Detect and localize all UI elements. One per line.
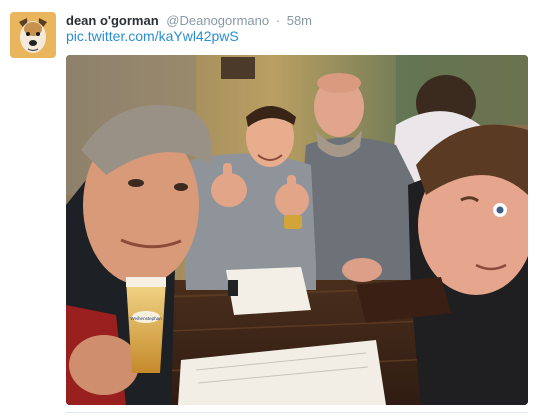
beer-glass-logo: Weihenstephan bbox=[130, 316, 162, 321]
header-separator: · bbox=[275, 13, 281, 28]
divider bbox=[66, 412, 528, 413]
photo-link[interactable]: pic.twitter.com/kaYwl42pwS bbox=[66, 27, 239, 45]
user-handle[interactable]: @Deanogormano bbox=[166, 13, 269, 28]
display-name[interactable]: dean o'gorman bbox=[66, 13, 159, 28]
tweet-photo[interactable]: Weihenstephan bbox=[66, 55, 528, 405]
timestamp[interactable]: 58m bbox=[287, 13, 312, 28]
dog-avatar-icon bbox=[10, 12, 56, 58]
group-selfie-photo: Weihenstephan bbox=[66, 55, 528, 405]
avatar[interactable] bbox=[10, 12, 56, 58]
